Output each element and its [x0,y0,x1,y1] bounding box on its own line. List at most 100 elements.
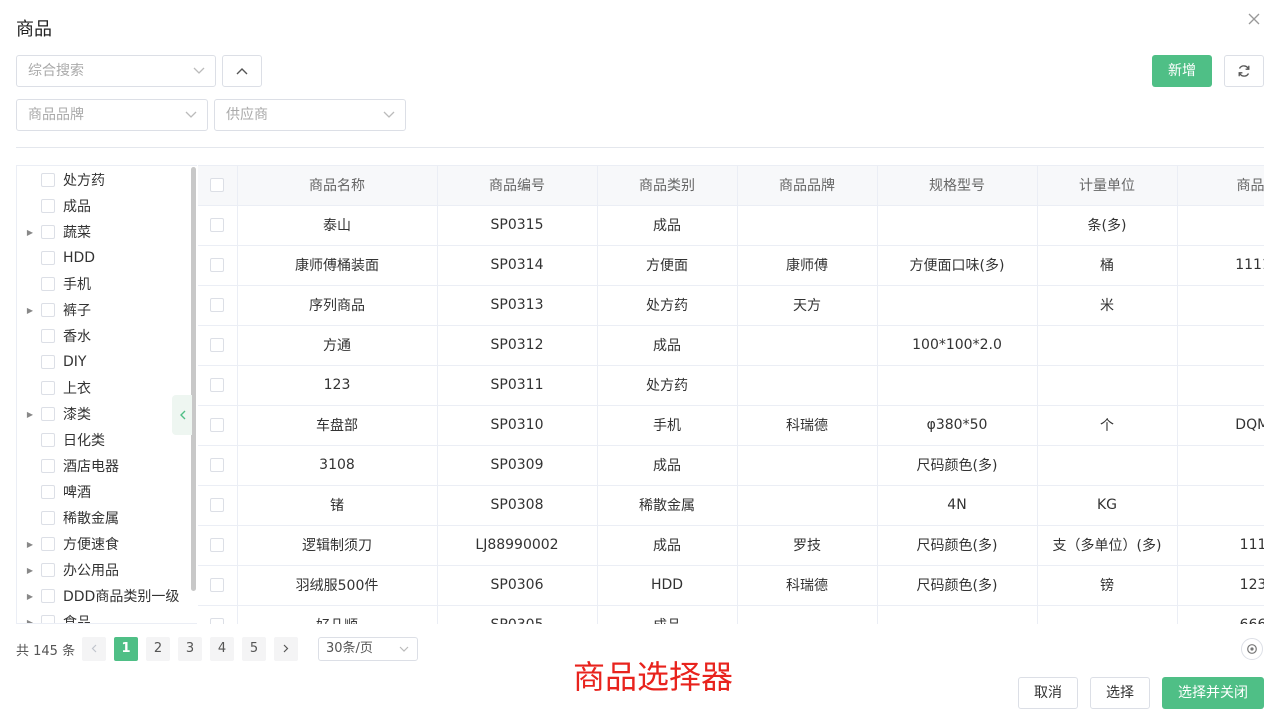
table-row[interactable]: 好几顺SP0305成品 6661 [198,605,1264,624]
tree-item[interactable]: 啤酒 [17,479,192,505]
column-settings-button[interactable] [1241,638,1263,660]
tree-item-checkbox[interactable] [41,355,55,369]
caret-right-icon[interactable]: ▶ [17,306,41,315]
prev-page-button[interactable] [82,637,106,661]
tree-item-checkbox[interactable] [41,537,55,551]
tree-item-checkbox[interactable] [41,511,55,525]
brand-select[interactable]: 商品品牌 [16,99,208,131]
tree-item[interactable]: DIY [17,349,192,375]
select-all-checkbox[interactable] [198,166,238,206]
page-button[interactable]: 3 [178,637,202,661]
row-checkbox[interactable] [198,325,238,366]
row-checkbox[interactable] [198,565,238,606]
row-checkbox[interactable] [198,365,238,406]
tree-item-checkbox[interactable] [41,407,55,421]
column-header[interactable]: 商品类别 [597,166,738,206]
column-header[interactable]: 商品条 [1177,166,1264,206]
tree-item-checkbox[interactable] [41,563,55,577]
table-cell: 车盘部 [237,405,438,446]
row-checkbox[interactable] [198,605,238,624]
table-cell [737,445,878,486]
close-icon[interactable] [1246,12,1262,28]
page-button[interactable]: 5 [242,637,266,661]
refresh-button[interactable] [1224,55,1264,87]
tree-item[interactable]: 处方药 [17,167,192,193]
row-checkbox[interactable] [198,525,238,566]
table-row[interactable]: 3108 SP0309 成品 尺码颜色(多) [198,445,1264,486]
tree-item[interactable]: 手机 [17,271,192,297]
table-row[interactable]: 序列商品 SP0313 处方药 天方 米 [198,285,1264,326]
tree-item-checkbox[interactable] [41,277,55,291]
tree-item[interactable]: 成品 [17,193,192,219]
page-button[interactable]: 1 [114,637,138,661]
caret-right-icon[interactable]: ▶ [17,228,41,237]
row-checkbox[interactable] [198,485,238,526]
table-row[interactable]: 泰山 SP0315 成品 条(多) [198,205,1264,246]
tree-item-label: 成品 [63,199,91,215]
select-button[interactable]: 选择 [1090,677,1150,709]
caret-right-icon[interactable]: ▶ [17,618,41,624]
column-header[interactable]: 商品名称 [237,166,438,206]
search-select[interactable]: 综合搜索 [16,55,216,87]
page-size-select[interactable]: 30条/页 [318,637,418,661]
tree-item[interactable]: ▶ 蔬菜 [17,219,192,245]
tree-item-checkbox[interactable] [41,485,55,499]
row-checkbox[interactable] [198,445,238,486]
tree-item-checkbox[interactable] [41,615,55,623]
table-row[interactable]: 123 SP0311 处方药 [198,365,1264,406]
next-page-button[interactable] [274,637,298,661]
page-button[interactable]: 4 [210,637,234,661]
tree-scrollbar[interactable] [191,167,196,591]
column-header[interactable]: 计量单位 [1037,166,1178,206]
collapse-tree-button[interactable] [172,395,192,435]
tree-item[interactable]: HDD [17,245,192,271]
tree-item[interactable]: ▶ 方便速食 [17,531,192,557]
row-checkbox[interactable] [198,405,238,446]
tree-item-label: 漆类 [63,407,91,423]
tree-item[interactable]: ▶ 食品 [17,609,192,624]
row-checkbox[interactable] [198,285,238,326]
row-checkbox[interactable] [198,245,238,286]
tree-item-checkbox[interactable] [41,589,55,603]
tree-item[interactable]: ▶ DDD商品类别一级 [17,583,192,609]
table-row[interactable]: 车盘部SP0310手机科瑞德φ380*50个DQMH [198,405,1264,446]
tree-item-checkbox[interactable] [41,225,55,239]
supplier-select[interactable]: 供应商 [214,99,406,131]
table-cell: 100*100*2.0 [877,325,1038,366]
tree-item[interactable]: ▶ 漆类 [17,401,192,427]
tree-item-checkbox[interactable] [41,303,55,317]
column-header[interactable]: 规格型号 [877,166,1038,206]
table-row[interactable]: 逻辑制须刀LJ88990002成品罗技尺码颜色(多)支（多单位）(多)1111 [198,525,1264,566]
tree-item-checkbox[interactable] [41,329,55,343]
caret-right-icon[interactable]: ▶ [17,566,41,575]
add-button[interactable]: 新增 [1152,55,1212,87]
tree-item-checkbox[interactable] [41,251,55,265]
page-button[interactable]: 2 [146,637,170,661]
tree-item-checkbox[interactable] [41,381,55,395]
column-header[interactable]: 商品品牌 [737,166,878,206]
cancel-button[interactable]: 取消 [1018,677,1078,709]
tree-item[interactable]: ▶ 办公用品 [17,557,192,583]
table-row[interactable]: 锗 SP0308 稀散金属 4N KG [198,485,1264,526]
tree-item[interactable]: 上衣 [17,375,192,401]
tree-item-checkbox[interactable] [41,199,55,213]
row-checkbox[interactable] [198,205,238,246]
tree-item[interactable]: 香水 [17,323,192,349]
tree-item[interactable]: 稀散金属 [17,505,192,531]
tree-item-checkbox[interactable] [41,173,55,187]
tree-item[interactable]: 日化类 [17,427,192,453]
caret-right-icon[interactable]: ▶ [17,410,41,419]
tree-item-checkbox[interactable] [41,433,55,447]
table-row[interactable]: 方通 SP0312 成品 100*100*2.0 [198,325,1264,366]
table-row[interactable]: 羽绒服500件SP0306HDD科瑞德尺码颜色(多)镑1231 [198,565,1264,606]
tree-item[interactable]: ▶ 裤子 [17,297,192,323]
caret-right-icon[interactable]: ▶ [17,592,41,601]
caret-right-icon[interactable]: ▶ [17,540,41,549]
table-row[interactable]: 康师傅桶装面SP0314方便面康师傅方便面口味(多)桶11111 [198,245,1264,286]
table-cell: 锗 [237,485,438,526]
tree-item-checkbox[interactable] [41,459,55,473]
column-header[interactable]: 商品编号 [437,166,598,206]
tree-item[interactable]: 酒店电器 [17,453,192,479]
collapse-filters-button[interactable] [222,55,262,87]
select-and-close-button[interactable]: 选择并关闭 [1162,677,1264,709]
